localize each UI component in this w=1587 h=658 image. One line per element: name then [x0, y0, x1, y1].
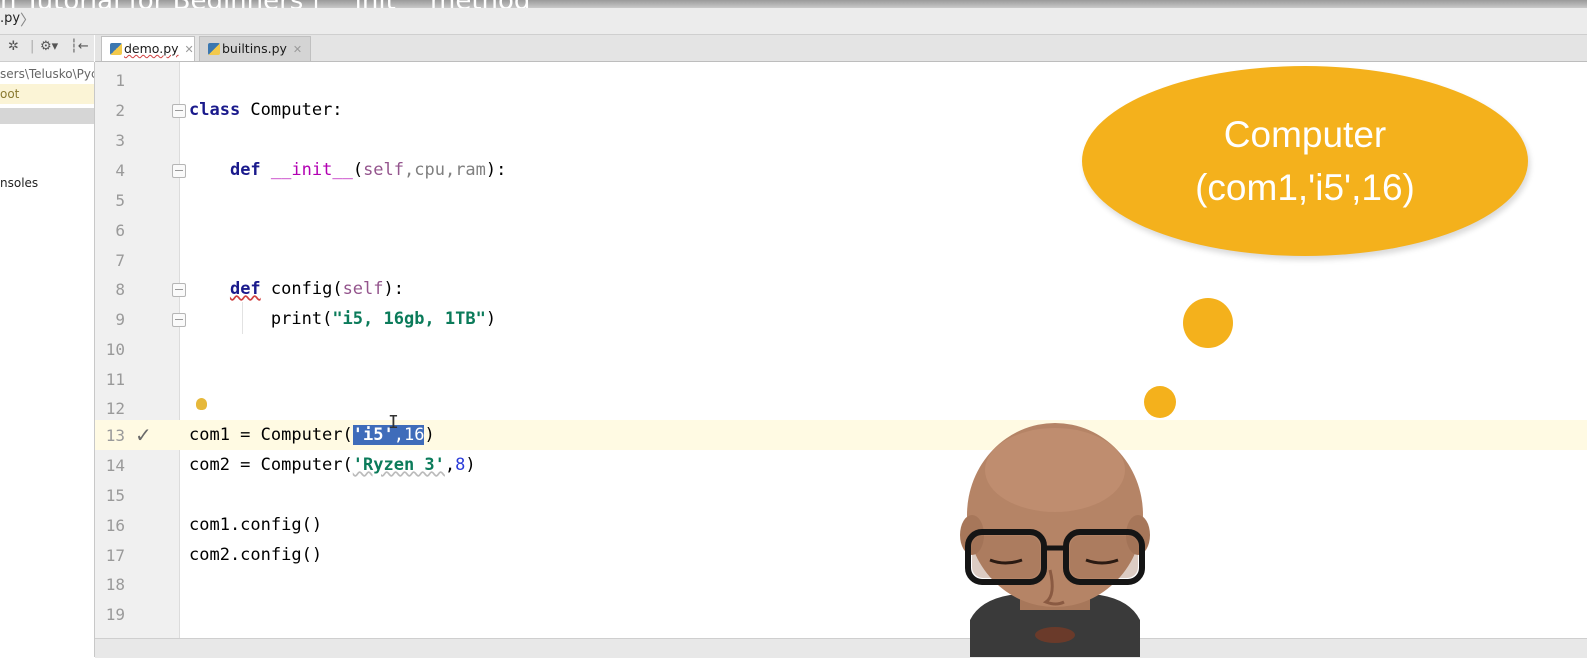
code-text: class Computer: — [189, 100, 343, 120]
presenter-figure — [960, 423, 1150, 657]
collapse-icon[interactable]: ✲ — [8, 39, 19, 54]
code-line: 9 print("i5, 16gb, 1TB") — [95, 304, 1587, 334]
project-root-item[interactable]: oot — [0, 84, 94, 104]
line-number: 2 — [115, 101, 125, 120]
settings-icon[interactable]: ⚙▾ — [40, 39, 58, 54]
checkmark-icon: ✓ — [135, 423, 152, 447]
line-number: 15 — [105, 486, 125, 505]
line-number: 1 — [115, 71, 125, 90]
code-line: 17 com2.config() — [95, 540, 1587, 570]
code-text: def __init__(self,cpu,ram): — [229, 160, 507, 180]
line-number: 11 — [105, 370, 125, 389]
code-text: com2 = Computer('Ryzen 3',8) — [189, 455, 476, 475]
bubble-line-2: (com1,'i5',16) — [1195, 167, 1415, 208]
code-text: print("i5, 16gb, 1TB") — [270, 309, 497, 329]
indent-guide — [242, 302, 243, 334]
chevron-right-icon: 〉 — [20, 11, 36, 29]
lightbulb-icon[interactable] — [196, 398, 207, 410]
project-toolbar: ✲ | ⚙▾ ┆← — [0, 35, 94, 62]
tab-demo-py[interactable]: demo.py ✕ — [101, 36, 195, 61]
line-number: 8 — [115, 280, 125, 299]
line-number: 19 — [105, 605, 125, 624]
text-cursor-icon: I — [388, 412, 399, 433]
bubble-dot-large — [1183, 298, 1233, 348]
bubble-line-1: Computer — [1223, 114, 1387, 155]
breadcrumb-file[interactable]: .py — [0, 11, 20, 26]
window-title-strip: n Tutorial for Beginners | __init__ meth… — [0, 0, 1587, 8]
tab-builtins-py[interactable]: builtins.py ✕ — [199, 36, 311, 61]
fold-icon[interactable] — [172, 313, 186, 327]
breadcrumb: .py 〉 — [0, 8, 1587, 35]
fold-icon[interactable] — [172, 104, 186, 118]
close-icon[interactable]: ✕ — [185, 43, 194, 56]
line-number: 13 — [105, 426, 125, 445]
code-text: def config(self): — [229, 279, 404, 299]
line-number: 9 — [115, 310, 125, 329]
code-line-current: 13 ✓ com1 = Computer('i5',16) — [95, 420, 1587, 450]
line-number: 5 — [115, 191, 125, 210]
presenter-video — [950, 420, 1160, 657]
line-number: 7 — [115, 251, 125, 270]
project-path[interactable]: sers\Telusko\Pyc — [0, 64, 94, 84]
code-line: 18 — [95, 569, 1587, 599]
tab-label: builtins.py — [222, 41, 287, 56]
close-icon[interactable]: ✕ — [293, 43, 302, 56]
editor-tab-bar: demo.py ✕ builtins.py ✕ — [95, 35, 1587, 62]
code-line: 12 — [95, 393, 1587, 423]
code-line: 15 — [95, 480, 1587, 510]
window-title: n Tutorial for Beginners | __init__ meth… — [0, 0, 530, 8]
line-number: 10 — [105, 340, 125, 359]
line-number: 17 — [105, 546, 125, 565]
fold-icon[interactable] — [172, 283, 186, 297]
python-file-icon — [110, 43, 122, 55]
line-number: 16 — [105, 516, 125, 535]
code-line: 10 — [95, 334, 1587, 364]
code-text: com1.config() — [189, 515, 323, 535]
hide-panel-icon[interactable]: ┆← — [70, 39, 89, 54]
line-number: 4 — [115, 161, 125, 180]
scratches-consoles-item[interactable]: nsoles — [0, 173, 94, 193]
code-text: com2.config() — [189, 545, 323, 565]
project-panel: sers\Telusko\Pyc oot nsoles — [0, 62, 95, 657]
bubble-dot-small — [1144, 386, 1176, 418]
code-line: 11 — [95, 364, 1587, 394]
line-number: 18 — [105, 575, 125, 594]
line-number: 3 — [115, 131, 125, 150]
fold-icon[interactable] — [172, 164, 186, 178]
thought-bubble: Computer (com1,'i5',16) — [1082, 66, 1528, 256]
line-number: 14 — [105, 456, 125, 475]
code-line: 19 — [95, 599, 1587, 629]
code-line: 8 def config(self): — [95, 274, 1587, 304]
line-number: 6 — [115, 221, 125, 240]
line-number: 12 — [105, 399, 125, 418]
tab-label: demo.py — [124, 41, 179, 56]
python-file-icon — [208, 43, 220, 55]
code-line: 16 com1.config() — [95, 510, 1587, 540]
code-line: 14 com2 = Computer('Ryzen 3',8) — [95, 450, 1587, 480]
editor-scrollbar[interactable] — [95, 638, 1587, 658]
project-selected-item[interactable] — [0, 108, 94, 124]
